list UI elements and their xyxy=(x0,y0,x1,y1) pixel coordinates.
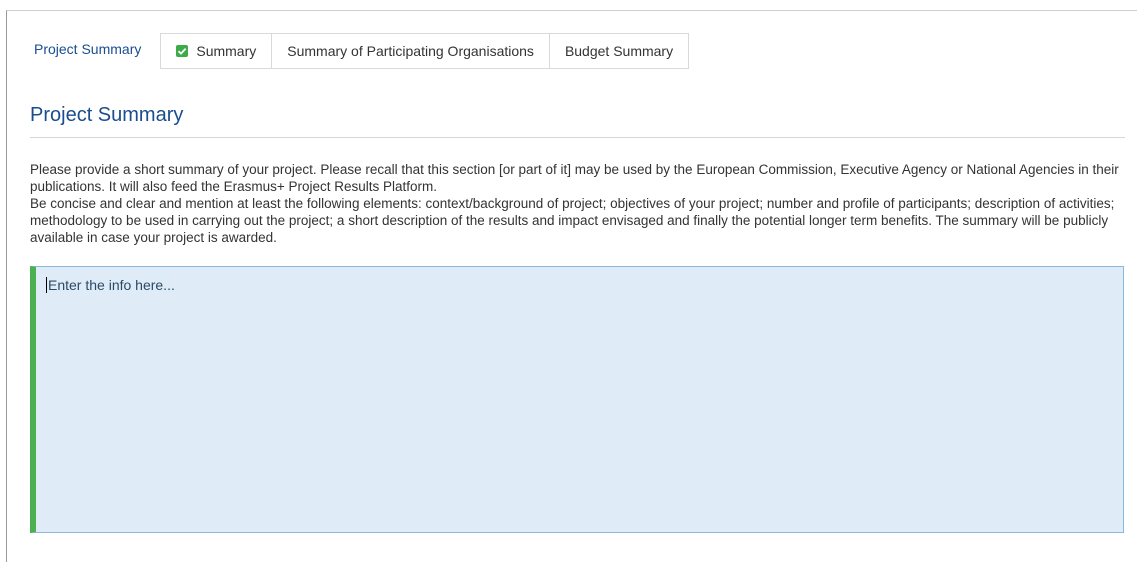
instructions-text: Please provide a short summary of your p… xyxy=(30,161,1128,246)
tab-label: Project Summary xyxy=(34,41,142,57)
tab-label: Summary of Participating Organisations xyxy=(287,43,534,59)
title-divider xyxy=(30,137,1125,138)
tab-summary[interactable]: Summary xyxy=(160,33,273,69)
tab-project-summary[interactable]: Project Summary xyxy=(20,33,161,69)
tab-label: Summary xyxy=(196,43,257,59)
tab-budget-summary[interactable]: Budget Summary xyxy=(549,33,690,69)
instructions-paragraph-1: Please provide a short summary of your p… xyxy=(30,162,1119,194)
instructions-paragraph-2: Be concise and clear and mention at leas… xyxy=(30,196,1115,245)
page-title: Project Summary xyxy=(30,104,184,126)
check-icon xyxy=(176,45,189,57)
tab-label: Budget Summary xyxy=(564,43,674,59)
editor-placeholder: Enter the info here... xyxy=(48,277,175,293)
tab-bar: Project Summary Summary Summary of Parti… xyxy=(20,33,690,69)
text-caret xyxy=(46,277,47,293)
summary-text-editor[interactable]: Enter the info here... xyxy=(30,266,1124,533)
tab-summary-of-participating-organisations[interactable]: Summary of Participating Organisations xyxy=(272,33,550,69)
